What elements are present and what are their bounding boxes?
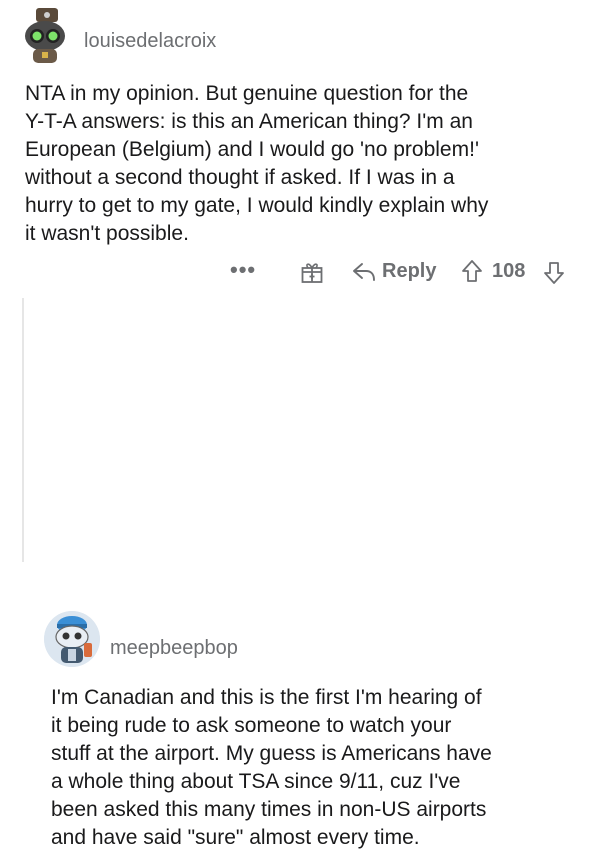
snoo-avatar-icon — [44, 611, 100, 667]
reply-button[interactable]: Reply — [382, 260, 436, 283]
avatar[interactable] — [16, 6, 74, 64]
more-icon[interactable]: ••• — [230, 257, 256, 283]
downvote-icon[interactable] — [543, 261, 565, 285]
username[interactable]: louisedelacroix — [84, 30, 216, 53]
comment-louisedelacroix: louisedelacroix NTA in my opinion. But g… — [0, 0, 599, 300]
comment-body: NTA in my opinion. But genuine question … — [25, 82, 489, 245]
avatar[interactable] — [44, 611, 100, 667]
upvote-icon[interactable] — [461, 259, 483, 283]
reply-icon[interactable] — [352, 261, 376, 283]
snoo-avatar-icon — [25, 8, 65, 63]
comment-actions: ••• Reply 108 — [230, 257, 580, 287]
comment-meepbeepbop: meepbeepbop I'm Canadian and this is the… — [0, 300, 599, 849]
vote-score: 108 — [492, 260, 526, 282]
comment-body: I'm Canadian and this is the first I'm h… — [51, 686, 492, 849]
username[interactable]: meepbeepbop — [110, 637, 238, 660]
gift-icon[interactable] — [300, 260, 324, 284]
